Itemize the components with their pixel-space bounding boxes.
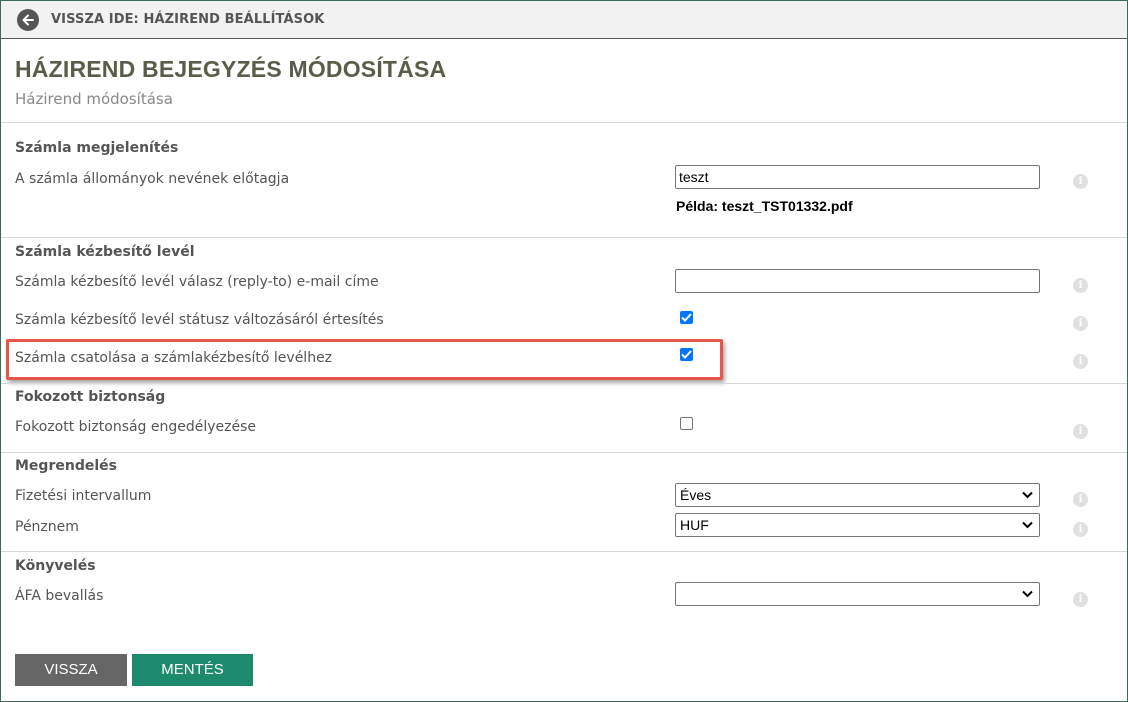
section-title-security: Fokozott biztonság <box>15 389 166 405</box>
highlight-box <box>6 339 723 380</box>
security-enable-checkbox[interactable] <box>680 417 693 430</box>
info-icon[interactable]: i <box>1073 354 1088 369</box>
status-notify-checkbox[interactable] <box>680 311 693 324</box>
top-nav-bar: VISSZA IDE: HÁZIREND BEÁLLÍTÁSOK <box>1 1 1127 39</box>
info-icon[interactable]: i <box>1073 424 1088 439</box>
section-title-accounting: Könyvelés <box>15 558 96 574</box>
prefix-input[interactable] <box>675 165 1040 189</box>
info-icon[interactable]: i <box>1073 522 1088 537</box>
back-link[interactable]: VISSZA IDE: HÁZIREND BEÁLLÍTÁSOK <box>51 12 324 27</box>
vat-return-label: ÁFA bevallás <box>15 588 104 604</box>
info-icon[interactable]: i <box>1073 278 1088 293</box>
checkmark-icon <box>681 313 692 322</box>
reply-to-label: Számla kézbesítő levél válasz (reply-to)… <box>15 274 379 290</box>
section-title-delivery-letter: Számla kézbesítő levél <box>15 244 195 260</box>
currency-select[interactable]: HUF <box>675 513 1040 537</box>
info-icon[interactable]: i <box>1073 492 1088 507</box>
save-button[interactable]: MENTÉS <box>132 654 253 686</box>
payment-interval-value: Éves <box>680 487 712 503</box>
payment-interval-label: Fizetési intervallum <box>15 488 152 504</box>
vat-return-select[interactable] <box>675 582 1040 606</box>
divider <box>1 551 1127 552</box>
section-title-invoice-display: Számla megjelenítés <box>15 140 179 156</box>
info-icon[interactable]: i <box>1073 316 1088 331</box>
payment-interval-select[interactable]: Éves <box>675 483 1040 507</box>
filename-example: Példa: teszt_TST01332.pdf <box>676 198 853 214</box>
currency-label: Pénznem <box>15 519 79 535</box>
status-notify-label: Számla kézbesítő levél státusz változásá… <box>15 312 384 328</box>
divider <box>1 122 1127 123</box>
section-title-order: Megrendelés <box>15 458 117 474</box>
info-icon[interactable]: i <box>1073 174 1088 189</box>
security-enable-label: Fokozott biztonság engedélyezése <box>15 419 257 435</box>
chevron-down-icon <box>1022 590 1033 598</box>
reply-to-email-input[interactable] <box>675 269 1040 293</box>
info-icon[interactable]: i <box>1073 592 1088 607</box>
back-button[interactable]: VISSZA <box>15 654 127 686</box>
currency-value: HUF <box>680 517 709 533</box>
arrow-left-circle-icon[interactable] <box>17 9 39 31</box>
divider <box>1 383 1127 384</box>
chevron-down-icon <box>1022 521 1033 529</box>
chevron-down-icon <box>1022 491 1033 499</box>
page-title: HÁZIREND BEJEGYZÉS MÓDOSÍTÁSA <box>15 56 447 82</box>
page-subtitle: Házirend módosítása <box>15 90 173 108</box>
divider <box>1 452 1127 453</box>
divider <box>1 237 1127 238</box>
prefix-label: A számla állományok nevének előtagja <box>15 171 290 187</box>
